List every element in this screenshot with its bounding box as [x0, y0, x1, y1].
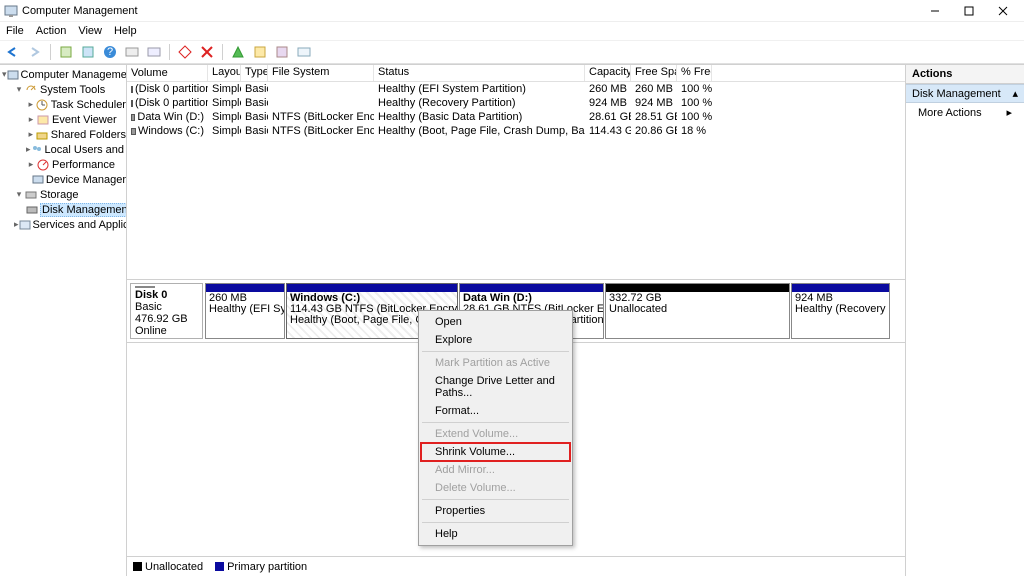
- menu-item: Mark Partition as Active: [421, 354, 570, 372]
- window-title: Computer Management: [22, 5, 918, 17]
- tree-task-scheduler[interactable]: ▸Task Scheduler: [0, 97, 126, 112]
- chevron-right-icon: ▸: [1006, 106, 1012, 119]
- actions-header: Actions: [906, 65, 1024, 84]
- menu-item: Delete Volume...: [421, 479, 570, 497]
- col-layout[interactable]: Layout: [208, 65, 241, 81]
- app-icon: [4, 4, 18, 18]
- tree-storage[interactable]: ▾Storage: [0, 187, 126, 202]
- disk-type: Basic: [135, 301, 198, 313]
- menu-help[interactable]: Help: [114, 25, 137, 37]
- menu-item[interactable]: Change Drive Letter and Paths...: [421, 372, 570, 402]
- maximize-button[interactable]: [952, 1, 986, 21]
- legend-primary-label: Primary partition: [227, 561, 307, 573]
- toolbar-icon[interactable]: [123, 43, 141, 61]
- volume-icon: [131, 100, 133, 107]
- menu-item[interactable]: Open: [421, 313, 570, 331]
- tree-event-viewer[interactable]: ▸Event Viewer: [0, 112, 126, 127]
- svg-text:?: ?: [107, 46, 113, 58]
- menu-item: Add Mirror...: [421, 461, 570, 479]
- menu-file[interactable]: File: [6, 25, 24, 37]
- forward-button[interactable]: [26, 43, 44, 61]
- tree-services[interactable]: ▸Services and Applications: [0, 217, 126, 232]
- tree-root[interactable]: ▾Computer Management (Local): [0, 67, 126, 82]
- minimize-button[interactable]: [918, 1, 952, 21]
- toolbar-icon[interactable]: [273, 43, 291, 61]
- volume-list[interactable]: Volume Layout Type File System Status Ca…: [127, 65, 905, 279]
- col-type[interactable]: Type: [241, 65, 268, 81]
- actions-more[interactable]: More Actions ▸: [906, 103, 1024, 122]
- tree-system-tools[interactable]: ▾System Tools: [0, 82, 126, 97]
- partition[interactable]: 924 MBHealthy (Recovery Partitio: [791, 283, 890, 339]
- toolbar-icon[interactable]: [251, 43, 269, 61]
- toolbar-icon[interactable]: [295, 43, 313, 61]
- menu-action[interactable]: Action: [36, 25, 67, 37]
- disk-state: Online: [135, 325, 198, 337]
- volume-icon: [131, 114, 135, 121]
- volume-icon: [131, 86, 133, 93]
- actions-disk-mgmt[interactable]: Disk Management ▴: [906, 84, 1024, 103]
- disk-icon: [135, 286, 155, 288]
- col-fs[interactable]: File System: [268, 65, 374, 81]
- partition[interactable]: 260 MBHealthy (EFI System: [205, 283, 285, 339]
- context-menu: OpenExplore Mark Partition as ActiveChang…: [418, 310, 573, 546]
- partition[interactable]: 332.72 GBUnallocated: [605, 283, 790, 339]
- toolbar-icon[interactable]: [176, 43, 194, 61]
- disk-size: 476.92 GB: [135, 313, 198, 325]
- tree-disk-management[interactable]: Disk Management: [0, 202, 126, 217]
- toolbar-icon[interactable]: [57, 43, 75, 61]
- menu-item[interactable]: Help: [421, 525, 570, 543]
- menu-item[interactable]: Shrink Volume...: [421, 443, 570, 461]
- col-free[interactable]: Free Space: [631, 65, 677, 81]
- menu-item[interactable]: Explore: [421, 331, 570, 349]
- menu-item: Extend Volume...: [421, 425, 570, 443]
- volume-row[interactable]: (Disk 0 partition 1)SimpleBasicHealthy (…: [127, 82, 905, 96]
- back-button[interactable]: [4, 43, 22, 61]
- disk-name: Disk 0: [135, 289, 198, 301]
- col-status[interactable]: Status: [374, 65, 585, 81]
- col-pfree[interactable]: % Free: [677, 65, 712, 81]
- tree-shared-folders[interactable]: ▸Shared Folders: [0, 127, 126, 142]
- titlebar: Computer Management: [0, 0, 1024, 22]
- toolbar-icon[interactable]: [229, 43, 247, 61]
- menu-item[interactable]: Properties: [421, 502, 570, 520]
- help-icon[interactable]: ?: [101, 43, 119, 61]
- col-volume[interactable]: Volume: [127, 65, 208, 81]
- menubar: File Action View Help: [0, 22, 1024, 40]
- tree-local-users[interactable]: ▸Local Users and Groups: [0, 142, 126, 157]
- volume-row[interactable]: (Disk 0 partition 4)SimpleBasicHealthy (…: [127, 96, 905, 110]
- volume-icon: [131, 128, 136, 135]
- legend-primary-swatch: [215, 562, 224, 571]
- toolbar-icon[interactable]: [145, 43, 163, 61]
- col-capacity[interactable]: Capacity: [585, 65, 631, 81]
- volume-row[interactable]: Data Win (D:)SimpleBasicNTFS (BitLocker …: [127, 110, 905, 124]
- nav-tree[interactable]: ▾Computer Management (Local) ▾System Too…: [0, 65, 127, 576]
- toolbar: ?: [0, 40, 1024, 64]
- tree-performance[interactable]: ▸Performance: [0, 157, 126, 172]
- legend: Unallocated Primary partition: [127, 556, 905, 576]
- delete-icon[interactable]: [198, 43, 216, 61]
- disk-label[interactable]: Disk 0 Basic 476.92 GB Online: [130, 283, 203, 339]
- legend-unalloc-swatch: [133, 562, 142, 571]
- tree-device-manager[interactable]: Device Manager: [0, 172, 126, 187]
- close-button[interactable]: [986, 1, 1020, 21]
- collapse-icon: ▴: [1012, 87, 1018, 100]
- actions-pane: Actions Disk Management ▴ More Actions ▸: [906, 65, 1024, 576]
- toolbar-icon[interactable]: [79, 43, 97, 61]
- menu-item[interactable]: Format...: [421, 402, 570, 420]
- volume-row[interactable]: Windows (C:)SimpleBasicNTFS (BitLocker E…: [127, 124, 905, 138]
- volume-header-row: Volume Layout Type File System Status Ca…: [127, 65, 905, 82]
- menu-view[interactable]: View: [78, 25, 102, 37]
- legend-unalloc-label: Unallocated: [145, 561, 203, 573]
